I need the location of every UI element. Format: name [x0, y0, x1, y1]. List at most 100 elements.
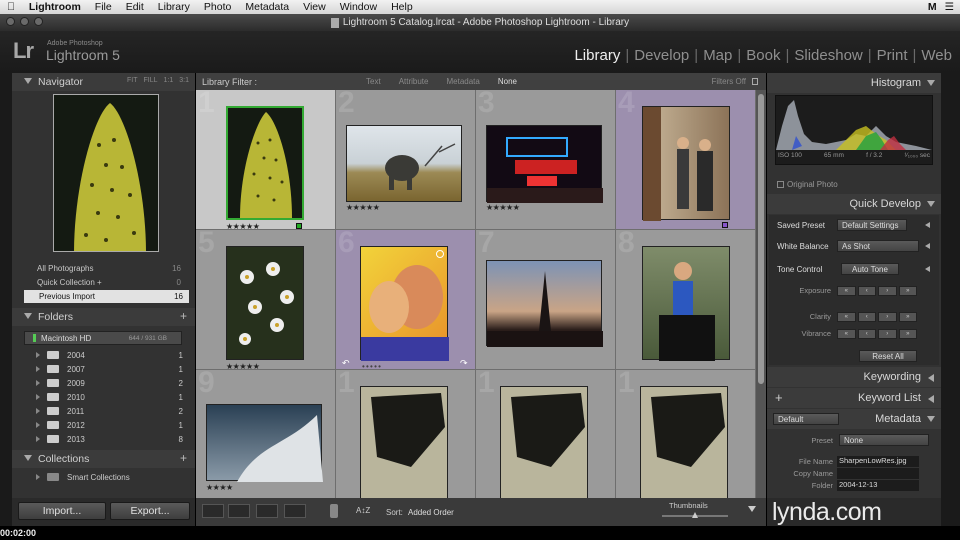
close-window-button[interactable]	[6, 17, 15, 26]
painter-spray-icon[interactable]	[330, 504, 338, 518]
color-label-icon[interactable]	[722, 222, 728, 228]
filter-text[interactable]: Text	[357, 77, 390, 86]
expand-triangle-icon[interactable]	[36, 422, 40, 428]
expand-triangle-icon[interactable]	[36, 380, 40, 386]
clarity-decrease[interactable]: ‹	[857, 312, 876, 322]
zoom-fill[interactable]: FILL	[144, 77, 158, 84]
lock-icon[interactable]	[752, 78, 758, 85]
folders-header[interactable]: Folders +	[12, 308, 195, 326]
star-rating[interactable]: ★★★★	[206, 483, 233, 492]
grid-cell[interactable]: 9 ★★★★	[196, 370, 336, 498]
star-rating[interactable]: ★★★★★	[226, 222, 260, 229]
right-panel-edge[interactable]	[941, 73, 960, 526]
module-print[interactable]: Print	[877, 47, 908, 64]
quick-develop-header[interactable]: Quick Develop	[767, 194, 941, 214]
zoom-3-1[interactable]: 3:1	[179, 77, 189, 84]
collections-header[interactable]: Collections +	[12, 450, 195, 468]
folder-2007[interactable]: 2007 1	[24, 362, 189, 376]
scrollbar-thumb[interactable]	[758, 94, 764, 384]
exposure-decrease-more[interactable]: «	[837, 286, 856, 296]
module-web[interactable]: Web	[921, 47, 952, 64]
histogram-header[interactable]: Histogram	[767, 73, 941, 93]
folder-2009[interactable]: 2009 2	[24, 376, 189, 390]
menu-lightroom[interactable]: Lightroom	[22, 1, 88, 13]
vibrance-increase[interactable]: ›	[878, 329, 897, 339]
expand-triangle-icon[interactable]	[36, 366, 40, 372]
folder-2012[interactable]: 2012 1	[24, 418, 189, 432]
photo-thumbnail[interactable]	[500, 386, 588, 498]
reset-all-button[interactable]: Reset All	[859, 350, 917, 362]
filter-attribute[interactable]: Attribute	[390, 77, 438, 86]
star-rating[interactable]: ★★★★★	[486, 203, 520, 212]
expand-triangle-icon[interactable]	[36, 474, 40, 480]
grid-cell[interactable]: 1	[476, 370, 616, 498]
add-folder-icon[interactable]: +	[180, 309, 187, 323]
star-rating[interactable]: • • • • •	[362, 362, 381, 369]
exposure-increase-more[interactable]: »	[898, 286, 917, 296]
module-book[interactable]: Book	[746, 47, 780, 64]
minimize-window-button[interactable]	[20, 17, 29, 26]
saved-preset-expand-icon[interactable]	[925, 222, 930, 228]
navigator-header[interactable]: Navigator FIT FILL 1:1 3:1	[12, 73, 195, 91]
loupe-view-icon[interactable]	[228, 504, 250, 518]
volume-macintosh-hd[interactable]: Macintosh HD 644 / 931 GB	[24, 331, 182, 345]
catalog-previous-import[interactable]: Previous Import 16	[24, 290, 189, 303]
photo-thumbnail[interactable]	[642, 106, 730, 221]
clarity-increase-more[interactable]: »	[898, 312, 917, 322]
color-label-icon[interactable]	[296, 223, 302, 229]
photo-thumbnail[interactable]	[360, 386, 448, 498]
photo-thumbnail[interactable]	[226, 246, 304, 360]
left-panel-edge[interactable]	[0, 73, 12, 526]
vibrance-increase-more[interactable]: »	[898, 329, 917, 339]
navigator-preview[interactable]	[53, 94, 159, 252]
expand-triangle-icon[interactable]	[36, 436, 40, 442]
apple-menu-icon[interactable]: 	[0, 1, 22, 13]
photo-thumbnail[interactable]	[206, 404, 323, 482]
menu-view[interactable]: View	[296, 1, 333, 13]
filter-metadata[interactable]: Metadata	[437, 77, 488, 86]
add-collection-icon[interactable]: +	[180, 451, 187, 465]
quick-collection-circle-icon[interactable]	[436, 250, 444, 258]
toolbar-menu-icon[interactable]	[748, 506, 756, 512]
expand-triangle-icon[interactable]	[36, 394, 40, 400]
catalog-quick-collection[interactable]: Quick Collection + 0	[37, 276, 187, 289]
menu-edit[interactable]: Edit	[119, 1, 151, 13]
keywording-header[interactable]: Keywording	[767, 367, 941, 387]
photo-thumbnail[interactable]	[346, 125, 462, 202]
module-slideshow[interactable]: Slideshow	[794, 47, 862, 64]
grid-view-icon[interactable]	[202, 504, 224, 518]
slider-knob[interactable]	[692, 512, 698, 518]
zoom-1-1[interactable]: 1:1	[164, 77, 174, 84]
photo-thumbnail[interactable]	[486, 260, 603, 347]
photo-thumbnail[interactable]	[640, 386, 728, 498]
photo-thumbnail[interactable]	[360, 246, 449, 361]
exposure-decrease[interactable]: ‹	[857, 286, 876, 296]
module-develop[interactable]: Develop	[634, 47, 689, 64]
grid-cell[interactable]: 1	[616, 370, 756, 498]
auto-tone-button[interactable]: Auto Tone	[841, 263, 899, 275]
user-badge[interactable]: M	[928, 1, 937, 13]
saved-preset-dropdown[interactable]: Default Settings	[837, 219, 907, 231]
rotate-left-icon[interactable]: ↶	[342, 358, 350, 369]
filter-none[interactable]: None	[489, 77, 526, 86]
file-name-field[interactable]: SharpenLowRes.jpg	[837, 456, 919, 467]
menu-library[interactable]: Library	[151, 1, 197, 13]
filters-off-dropdown[interactable]: Filters Off	[711, 77, 752, 86]
grid-scrollbar[interactable]	[756, 90, 766, 498]
original-photo-checkbox[interactable]	[777, 181, 784, 188]
compare-view-icon[interactable]	[256, 504, 278, 518]
grid-cell[interactable]: 4	[616, 90, 756, 230]
survey-view-icon[interactable]	[284, 504, 306, 518]
menu-window[interactable]: Window	[333, 1, 384, 13]
catalog-all-photographs[interactable]: All Photographs 16	[37, 262, 187, 275]
histogram-graph[interactable]: ISO 100 65 mm f / 3.2 ¹⁄₁₀₀₀ sec	[775, 95, 933, 165]
metadata-header[interactable]: Default Metadata	[767, 409, 941, 429]
metadata-view-dropdown[interactable]: Default	[773, 413, 839, 425]
grid-cell[interactable]: 1 ★★★★★	[196, 90, 336, 230]
folder-2004[interactable]: 2004 1	[24, 348, 189, 362]
folder-2010[interactable]: 2010 1	[24, 390, 189, 404]
menu-help[interactable]: Help	[384, 1, 420, 13]
rotate-right-icon[interactable]: ↷	[460, 358, 468, 369]
grid-cell[interactable]: 5 ★★★★★	[196, 230, 336, 370]
zoom-fit[interactable]: FIT	[127, 77, 138, 84]
